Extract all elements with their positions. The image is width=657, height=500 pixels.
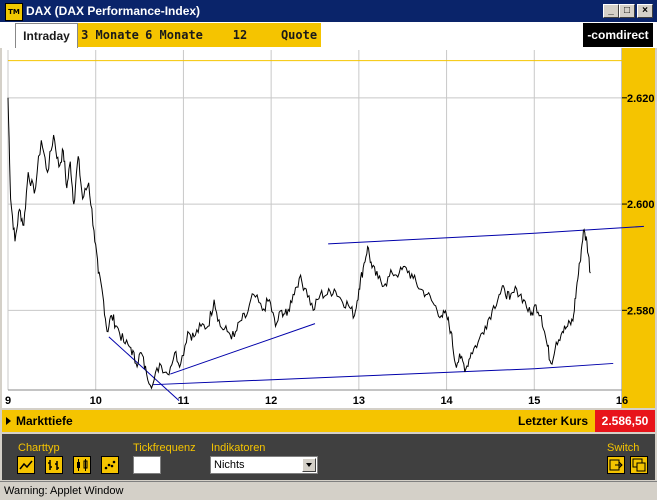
app-icon: TM (5, 3, 23, 21)
tickfrequenz-label: Tickfrequenz (133, 442, 196, 454)
switch-window-button[interactable] (630, 456, 648, 474)
trendline (108, 336, 180, 401)
last-price-label: Letzter Kurs (518, 414, 589, 428)
window-title: DAX (DAX Performance-Index) (26, 4, 201, 18)
trendlines (108, 225, 644, 401)
export-icon (609, 459, 623, 471)
indikatoren-label: Indikatoren (211, 442, 266, 454)
markttiefe-link[interactable]: Markttiefe (16, 414, 73, 428)
tab-intraday[interactable]: Intraday (15, 23, 78, 48)
x-axis-labels: 9 10 11 12 13 14 15 16 (5, 395, 628, 407)
point-chart-button[interactable] (101, 456, 119, 474)
x-tick-label: 9 (5, 395, 11, 407)
candlestick-chart-button[interactable] (73, 456, 91, 474)
line-chart-icon (19, 460, 33, 470)
line-chart-button[interactable] (17, 456, 35, 474)
trendline (152, 368, 535, 386)
minimize-button[interactable]: _ (603, 4, 619, 18)
y-tick-label: 2.620 (627, 93, 655, 105)
status-bar: Warning: Applet Window (0, 481, 657, 500)
dots-icon (104, 460, 116, 470)
intraday-chart: 2.580 2.600 2.620 9 10 11 12 13 14 15 16 (5, 48, 655, 408)
window-icon (632, 458, 646, 472)
candlestick-icon (77, 459, 88, 471)
tab-12-monate[interactable]: 12 Monate (208, 23, 272, 66)
indikatoren-value: Nichts (214, 459, 245, 471)
switch-label: Switch (607, 442, 640, 454)
close-button[interactable]: × (637, 4, 653, 18)
trendline (170, 323, 316, 375)
comdirect-logo: -comdirect (583, 23, 653, 47)
trendline (534, 362, 614, 370)
expand-arrow-icon[interactable] (6, 417, 11, 425)
chart-grid (7, 48, 623, 408)
y-tick-label: 2.580 (627, 305, 655, 317)
x-tick-label: 11 (178, 395, 190, 407)
maximize-button[interactable]: □ (619, 4, 635, 18)
tab-3-monate[interactable]: 3 Monate (80, 23, 140, 47)
ohlc-icon (48, 460, 59, 470)
last-price-value: 2.586,50 (595, 410, 655, 432)
ohlc-chart-button[interactable] (45, 456, 63, 474)
control-panel: Charttyp Tickfrequenz Indikatoren Nichts… (2, 434, 655, 480)
x-tick-label: 16 (616, 395, 628, 407)
indikatoren-select[interactable]: Nichts (210, 456, 318, 474)
info-bar: Markttiefe Letzter Kurs 2.586,50 (2, 410, 655, 432)
x-tick-label: 15 (528, 395, 540, 407)
x-tick-label: 12 (265, 395, 277, 407)
x-tick-label: 10 (90, 395, 102, 407)
tab-quote[interactable]: Quote (278, 23, 320, 47)
tab-6-monate[interactable]: 6 Monate (144, 23, 204, 47)
tickfrequenz-input[interactable] (133, 456, 161, 474)
chevron-down-icon[interactable] (302, 458, 316, 472)
x-tick-label: 14 (440, 395, 453, 407)
chart-area: 2.580 2.600 2.620 9 10 11 12 13 14 15 16 (2, 48, 655, 408)
title-bar: TM DAX (DAX Performance-Index) _ □ × (0, 0, 657, 22)
y-tick-label: 2.600 (627, 199, 655, 211)
switch-export-button[interactable] (607, 456, 625, 474)
charttyp-label: Charttyp (18, 442, 60, 454)
x-tick-label: 13 (353, 395, 365, 407)
